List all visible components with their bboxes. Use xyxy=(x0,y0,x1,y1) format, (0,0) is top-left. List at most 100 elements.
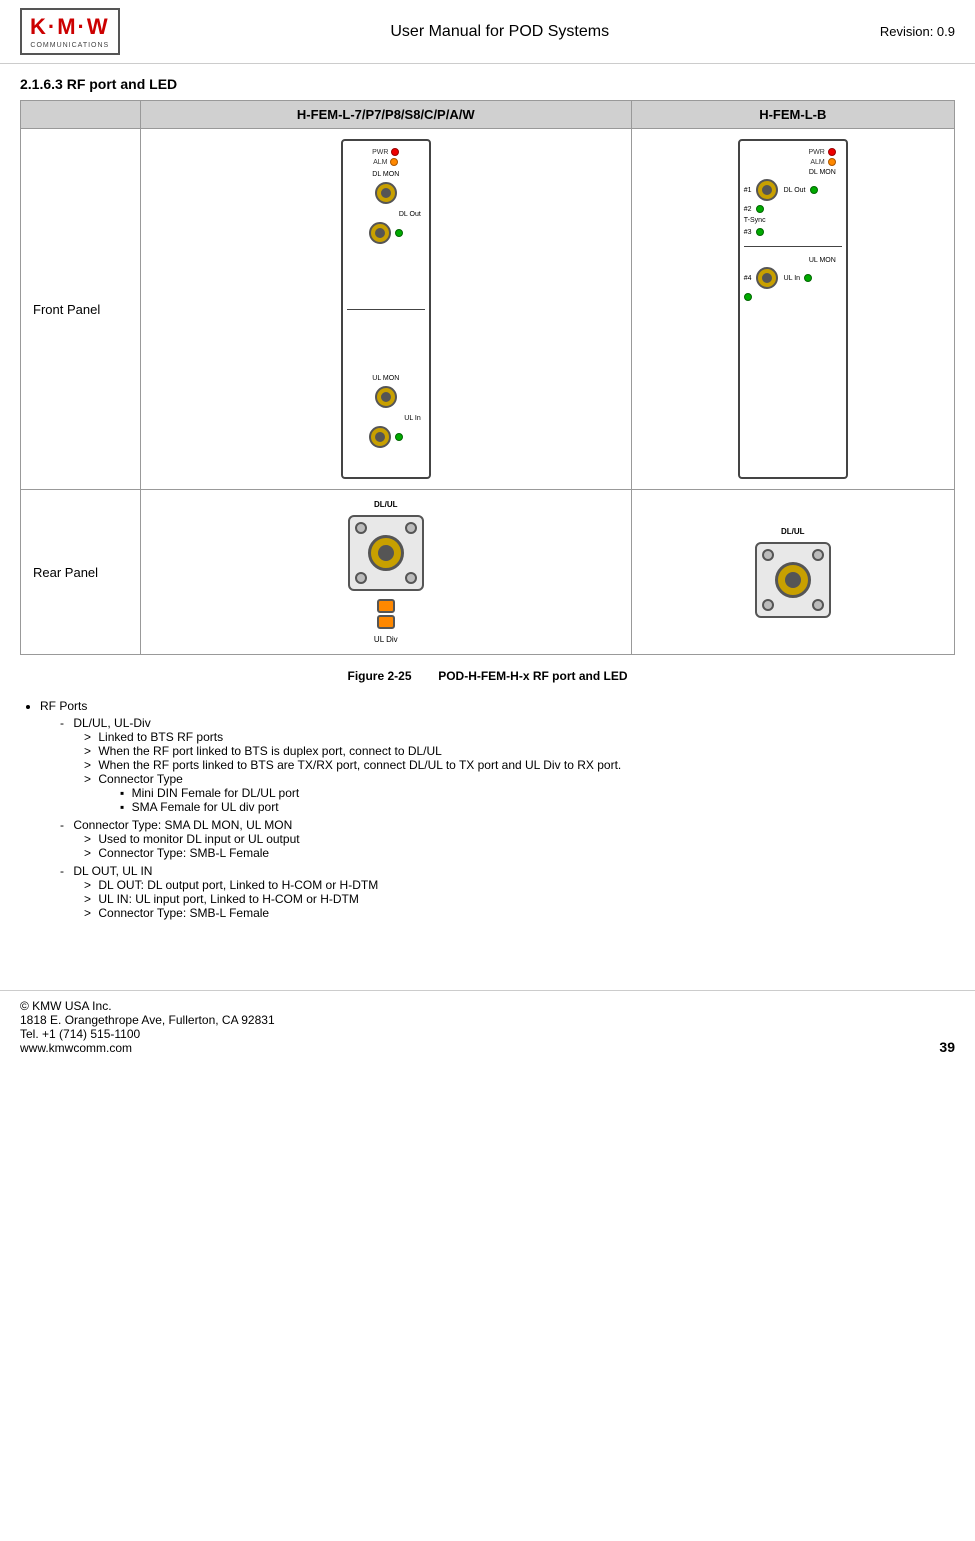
ul-mon-connector-left xyxy=(375,386,397,408)
col2-header: H-FEM-L-7/P7/P8/S8/C/P/A/W xyxy=(141,101,632,129)
header-revision: Revision: 0.9 xyxy=(880,24,955,39)
front-right-panel: PWR ALM DL MON #1 xyxy=(738,139,848,479)
screw-tr-right xyxy=(812,549,824,561)
child-3-2: > Connector Type: SMB-L Female xyxy=(84,906,955,920)
ul-div-label: UL Div xyxy=(374,635,398,644)
rear-panel-label: Rear Panel xyxy=(21,490,141,655)
sub-item-2: - Connector Type: SMA DL MON, UL MON > U… xyxy=(60,818,955,860)
rear-right-diagram: DL/UL xyxy=(642,527,944,618)
bullet-section: RF Ports - DL/UL, UL-Div > Linked to BTS… xyxy=(0,693,975,930)
label-3: #3 xyxy=(744,229,752,236)
dl-out-led-left xyxy=(395,229,403,237)
child-2-1: > Connector Type: SMB-L Female xyxy=(84,846,955,860)
rear-right-panel-box xyxy=(755,542,831,618)
panel-divider-left xyxy=(347,309,425,310)
header-title: User Manual for POD Systems xyxy=(120,23,880,41)
child-1-3: > Connector Type xyxy=(84,772,955,786)
figure-label: Figure 2-25 xyxy=(347,669,411,683)
ul-in-led-right xyxy=(804,274,812,282)
front-right-cell: PWR ALM DL MON #1 xyxy=(631,129,954,490)
logo-area: K·M·W COMMUNICATIONS xyxy=(20,8,120,55)
rear-center-connector-right xyxy=(775,562,811,598)
pwr-label-right: PWR xyxy=(808,149,824,156)
sub-item-1: - DL/UL, UL-Div > Linked to BTS RF ports… xyxy=(60,716,955,814)
footer: © KMW USA Inc. 1818 E. Orangethrope Ave,… xyxy=(0,990,975,1063)
rear-right-cell: DL/UL xyxy=(631,490,954,655)
label-4: #4 xyxy=(744,275,752,282)
dl-out-row-right: #1 DL Out xyxy=(744,179,818,201)
rear-center-inner-left xyxy=(378,545,394,561)
col3-header: H-FEM-L-B xyxy=(631,101,954,129)
dl-out-connector-right xyxy=(756,179,778,201)
dl-out-conn-inner-right xyxy=(762,185,772,195)
figure-text: POD-H-FEM-H-x RF port and LED xyxy=(438,669,627,683)
label-2: #2 xyxy=(744,206,752,213)
front-left-panel: PWR ALM DL MON xyxy=(341,139,431,479)
pwr-led xyxy=(391,148,399,156)
dl-out-led-right xyxy=(810,186,818,194)
screw-tr-left xyxy=(405,522,417,534)
ul-in-row-right: #4 UL In xyxy=(744,267,812,289)
ul-in-row-left xyxy=(369,426,403,448)
rear-center-inner-right xyxy=(785,572,801,588)
footer-tel: Tel. +1 (714) 515-1100 xyxy=(20,1027,275,1041)
screw-br-left xyxy=(405,572,417,584)
screw-tl-left xyxy=(355,522,367,534)
sub-item-2-children: > Used to monitor DL input or UL output … xyxy=(84,832,955,860)
dl-mon-label-right: DL MON xyxy=(809,169,836,176)
sub-item-3: - DL OUT, UL IN > DL OUT: DL output port… xyxy=(60,864,955,920)
logo-box: K·M·W COMMUNICATIONS xyxy=(20,8,120,55)
logo-sub: COMMUNICATIONS xyxy=(30,42,109,49)
main-table: H-FEM-L-7/P7/P8/S8/C/P/A/W H-FEM-L-B Fro… xyxy=(20,100,955,655)
dl-out-label-left: DL Out xyxy=(399,211,421,218)
screw-bl-left xyxy=(355,572,367,584)
dl-ul-label-left: DL/UL xyxy=(374,500,398,509)
footer-address: 1818 E. Orangethrope Ave, Fullerton, CA … xyxy=(20,1013,275,1027)
ul-mon-label-left: UL MON xyxy=(372,375,399,382)
dl-ul-label-right: DL/UL xyxy=(781,527,805,536)
main-bullet: RF Ports xyxy=(40,699,955,713)
ul-in-connector-inner-left xyxy=(375,432,385,442)
alm-led-right xyxy=(828,158,836,166)
child-1-2: > When the RF ports linked to BTS are TX… xyxy=(84,758,955,772)
port-2-led xyxy=(756,205,764,213)
pwr-label: PWR xyxy=(372,149,388,156)
ul-in-connector-right xyxy=(756,267,778,289)
ul-in-led-left xyxy=(395,433,403,441)
footer-left: © KMW USA Inc. 1818 E. Orangethrope Ave,… xyxy=(20,999,275,1055)
sub-item-3-children: > DL OUT: DL output port, Linked to H-CO… xyxy=(84,878,955,920)
pwr-led-right xyxy=(828,148,836,156)
front-panel-label: Front Panel xyxy=(21,129,141,490)
rear-left-diagram: DL/UL UL Div xyxy=(151,500,621,644)
ul-in-connector-left xyxy=(369,426,391,448)
port-3-row: #3 xyxy=(744,228,764,236)
front-left-cell: PWR ALM DL MON xyxy=(141,129,632,490)
rear-center-connector-left xyxy=(368,535,404,571)
child-1-0: > Linked to BTS RF ports xyxy=(84,730,955,744)
child-2-0: > Used to monitor DL input or UL output xyxy=(84,832,955,846)
figure-caption: Figure 2-25 POD-H-FEM-H-x RF port and LE… xyxy=(20,669,955,683)
dl-out-connector-left xyxy=(369,222,391,244)
dl-mon-connector-inner xyxy=(381,188,391,198)
rear-left-panel-box xyxy=(348,515,424,591)
t-sync-label: T-Sync xyxy=(744,217,766,224)
port-2-row: #2 xyxy=(744,205,764,213)
dl-mon-connector xyxy=(375,182,397,204)
ul-mon-connector-inner-left xyxy=(381,392,391,402)
page-header: K·M·W COMMUNICATIONS User Manual for POD… xyxy=(0,0,975,64)
connector-types: ▪ Mini DIN Female for DL/UL port ▪ SMA F… xyxy=(120,786,955,814)
ul-div-stack xyxy=(377,599,395,629)
alm-row: ALM xyxy=(373,158,398,166)
ul-in-conn-inner-right xyxy=(762,273,772,283)
alm-label: ALM xyxy=(373,159,387,166)
ul-mon-label-right: UL MON xyxy=(809,257,836,264)
dl-out-connector-inner-left xyxy=(375,228,385,238)
screw-br-right xyxy=(812,599,824,611)
label-1: #1 xyxy=(744,187,752,194)
sub-item-1-label: DL/UL, UL-Div xyxy=(73,716,150,730)
conn-type-0: ▪ Mini DIN Female for DL/UL port xyxy=(120,786,955,800)
pwr-row-right: PWR xyxy=(808,148,835,156)
port-extra-row xyxy=(744,293,752,301)
footer-company: © KMW USA Inc. xyxy=(20,999,275,1013)
child-3-1: > UL IN: UL input port, Linked to H-COM … xyxy=(84,892,955,906)
